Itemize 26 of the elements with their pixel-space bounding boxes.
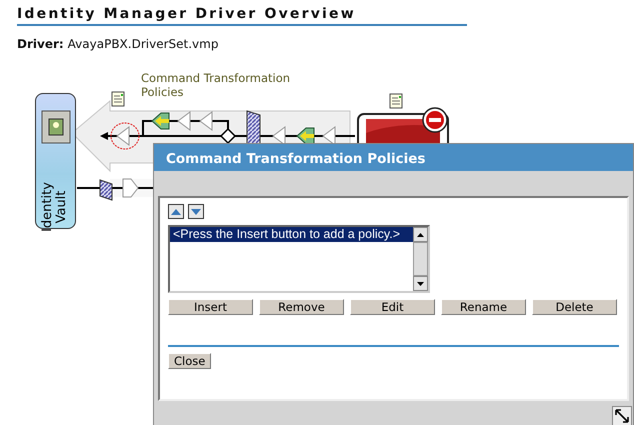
policy-label[interactable]: Command Transformation Policies (141, 71, 291, 99)
page-title: Identity Manager Driver Overview (17, 6, 356, 22)
move-up-button[interactable] (168, 204, 184, 219)
action-button[interactable]: Delete (532, 299, 617, 315)
scroll-up-icon (417, 232, 424, 236)
list-item[interactable]: <Press the Insert button to add a policy.> (170, 227, 413, 242)
action-button[interactable]: Rename (441, 299, 526, 315)
action-button[interactable]: Remove (259, 299, 344, 315)
scroll-down-icon (417, 282, 424, 286)
close-button[interactable]: Close (168, 353, 212, 369)
vault-icon (40, 110, 70, 144)
up-arrow-icon (171, 208, 181, 214)
down-arrow-icon (191, 208, 201, 214)
document-icon (112, 92, 124, 106)
move-down-button[interactable] (188, 204, 204, 219)
scrollbar[interactable] (413, 227, 428, 291)
driver-label: Driver: (17, 37, 64, 51)
policy-list[interactable]: <Press the Insert button to add a policy.> (168, 225, 430, 293)
action-button[interactable]: Insert (168, 299, 253, 315)
resize-handle-icon[interactable] (612, 406, 632, 425)
driver-name: AvayaPBX.DriverSet.vmp (68, 37, 218, 51)
action-button[interactable]: Edit (350, 299, 435, 315)
dialog-title: Command Transformation Policies (154, 144, 633, 171)
vault-label: Identity Vault (40, 181, 70, 234)
highlight-circle (110, 122, 140, 150)
document-icon (390, 94, 402, 108)
